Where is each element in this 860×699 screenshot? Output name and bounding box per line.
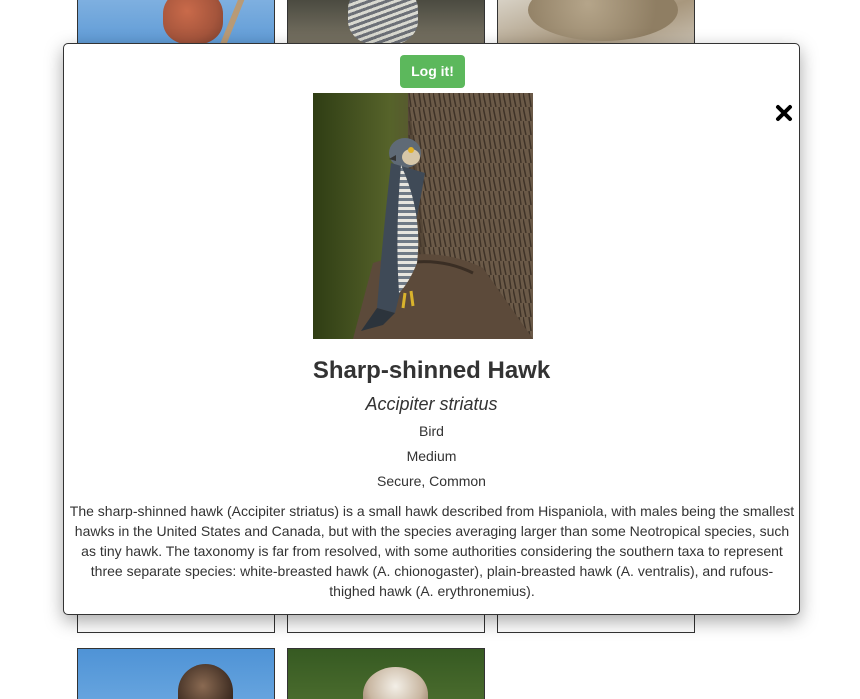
gallery-photo [288, 0, 484, 43]
page: Log it! Sharp-shinned Hawk Accipiter str… [0, 0, 860, 699]
species-size: Medium [406, 448, 457, 464]
scientific-name: Accipiter striatus [365, 394, 498, 414]
gallery-tile[interactable] [287, 648, 485, 699]
gallery-tile[interactable] [77, 0, 275, 44]
close-icon[interactable] [775, 104, 793, 122]
gallery-photo [78, 649, 274, 699]
gallery-photo [498, 0, 694, 43]
gallery-photo [288, 649, 484, 699]
species-modal: Log it! Sharp-shinned Hawk Accipiter str… [63, 43, 800, 615]
species-type: Bird [419, 423, 444, 439]
bird-photo [313, 93, 533, 339]
gallery-tile[interactable] [287, 0, 485, 44]
gallery-tile[interactable] [77, 648, 275, 699]
gallery-tile[interactable] [497, 0, 695, 44]
species-description: The sharp-shinned hawk (Accipiter striat… [69, 503, 795, 599]
common-name: Sharp-shinned Hawk [312, 357, 551, 384]
gallery-photo [78, 0, 274, 43]
log-it-button[interactable]: Log it! [400, 55, 465, 88]
conservation-status: Secure, Common [377, 473, 486, 489]
